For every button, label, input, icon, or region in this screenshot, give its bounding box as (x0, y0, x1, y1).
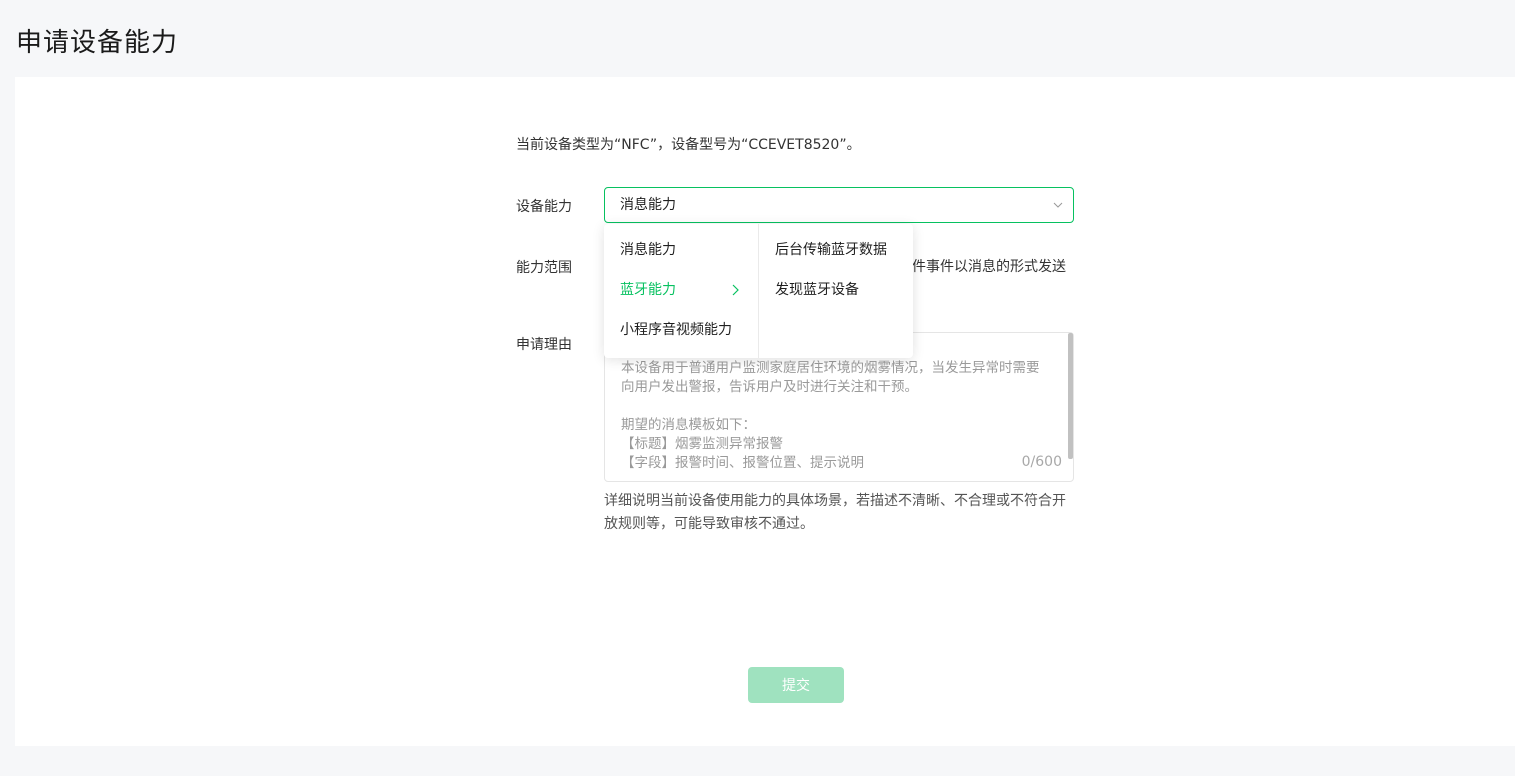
scope-text: 件事件以消息的形式发送 (912, 259, 1066, 275)
option-label: 消息能力 (620, 242, 676, 258)
option-discover-bluetooth-devices[interactable]: 发现蓝牙设备 (759, 270, 913, 310)
option-message-capability[interactable]: 消息能力 (604, 230, 758, 270)
chevron-right-icon (732, 284, 739, 296)
textarea-scrollbar[interactable] (1068, 333, 1073, 459)
option-bluetooth-capability[interactable]: 蓝牙能力 (604, 270, 758, 310)
reason-label: 申请理由 (516, 337, 572, 353)
submit-button[interactable]: 提交 (748, 667, 844, 703)
capability-dropdown: 消息能力 蓝牙能力 小程序音视频能力 后台传输蓝牙数据 发现蓝牙设备 (604, 224, 913, 358)
reason-hint: 详细说明当前设备使用能力的具体场景，若描述不清晰、不合理或不符合开放规则等，可能… (604, 493, 1066, 532)
option-miniprogram-av-capability[interactable]: 小程序音视频能力 (604, 310, 758, 350)
capability-label: 设备能力 (516, 199, 572, 215)
option-label: 后台传输蓝牙数据 (775, 242, 887, 258)
device-info: 当前设备类型为“NFC”，设备型号为“CCEVET8520”。 (516, 137, 861, 153)
reason-placeholder: 本设备用于普通用户监测家庭居住环境的烟雾情况，当发生异常时需要向用户发出警报，告… (621, 360, 1040, 471)
capability-select-value: 消息能力 (620, 197, 676, 213)
dropdown-level1: 消息能力 蓝牙能力 小程序音视频能力 (604, 224, 759, 358)
scope-label: 能力范围 (516, 260, 572, 276)
option-label: 蓝牙能力 (620, 282, 676, 298)
page-title: 申请设备能力 (16, 28, 179, 58)
option-background-bluetooth-transfer[interactable]: 后台传输蓝牙数据 (759, 230, 913, 270)
option-label: 小程序音视频能力 (620, 322, 732, 338)
char-counter: 0/600 (1021, 454, 1062, 470)
capability-select[interactable]: 消息能力 (604, 187, 1074, 223)
chevron-down-icon (1053, 202, 1063, 208)
option-label: 发现蓝牙设备 (775, 282, 859, 298)
dropdown-level2: 后台传输蓝牙数据 发现蓝牙设备 (759, 224, 913, 358)
